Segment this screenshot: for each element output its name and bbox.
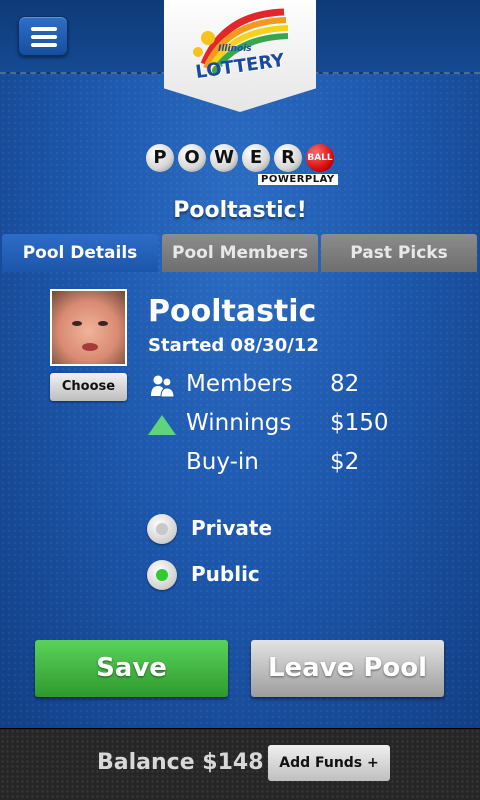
- powerball-logo: P O W E R BALL POWERPLAY: [146, 144, 338, 190]
- pool-photo: [50, 289, 127, 366]
- winnings-value: $150: [330, 410, 389, 436]
- public-label: Public: [191, 562, 260, 586]
- logo-ball: E: [242, 144, 270, 172]
- public-radio[interactable]: [147, 560, 177, 590]
- add-funds-button[interactable]: Add Funds +: [268, 745, 390, 781]
- footer-bar: Balance $148 Add Funds +: [0, 728, 480, 800]
- tab-pool-members[interactable]: Pool Members: [162, 234, 318, 272]
- logo-state-text: Illinois: [218, 44, 252, 54]
- logo-ball: P: [146, 144, 174, 172]
- illinois-lottery-logo: Illinois LOTTERY: [164, 0, 316, 112]
- buyin-label: Buy-in: [186, 449, 259, 475]
- logo-ball: R: [274, 144, 302, 172]
- private-radio[interactable]: [147, 514, 177, 544]
- logo-red-ball: BALL: [306, 144, 334, 172]
- tab-past-picks[interactable]: Past Picks: [321, 234, 477, 272]
- members-label: Members: [186, 371, 293, 397]
- pool-start-date: Started 08/30/12: [148, 335, 319, 356]
- tab-pool-details[interactable]: Pool Details: [2, 234, 158, 272]
- powerplay-label: POWERPLAY: [258, 174, 338, 185]
- save-button[interactable]: Save: [35, 640, 228, 697]
- logo-ball: W: [210, 144, 238, 172]
- members-icon: [151, 375, 175, 398]
- buyin-value: $2: [330, 449, 360, 475]
- members-value: 82: [330, 371, 360, 397]
- private-label: Private: [191, 516, 273, 540]
- page-title: Pooltastic!: [173, 198, 307, 223]
- winnings-label: Winnings: [186, 410, 292, 436]
- winnings-up-arrow-icon: [148, 415, 176, 435]
- balance-text: Balance $148: [97, 750, 264, 775]
- tab-bar: Pool Details Pool Members Past Picks: [2, 234, 478, 272]
- pool-name: Pooltastic: [148, 294, 317, 329]
- choose-photo-button[interactable]: Choose: [50, 373, 127, 401]
- leave-pool-button[interactable]: Leave Pool: [251, 640, 444, 697]
- hamburger-menu-icon: [31, 27, 57, 31]
- menu-button[interactable]: [18, 16, 68, 56]
- logo-ball: O: [178, 144, 206, 172]
